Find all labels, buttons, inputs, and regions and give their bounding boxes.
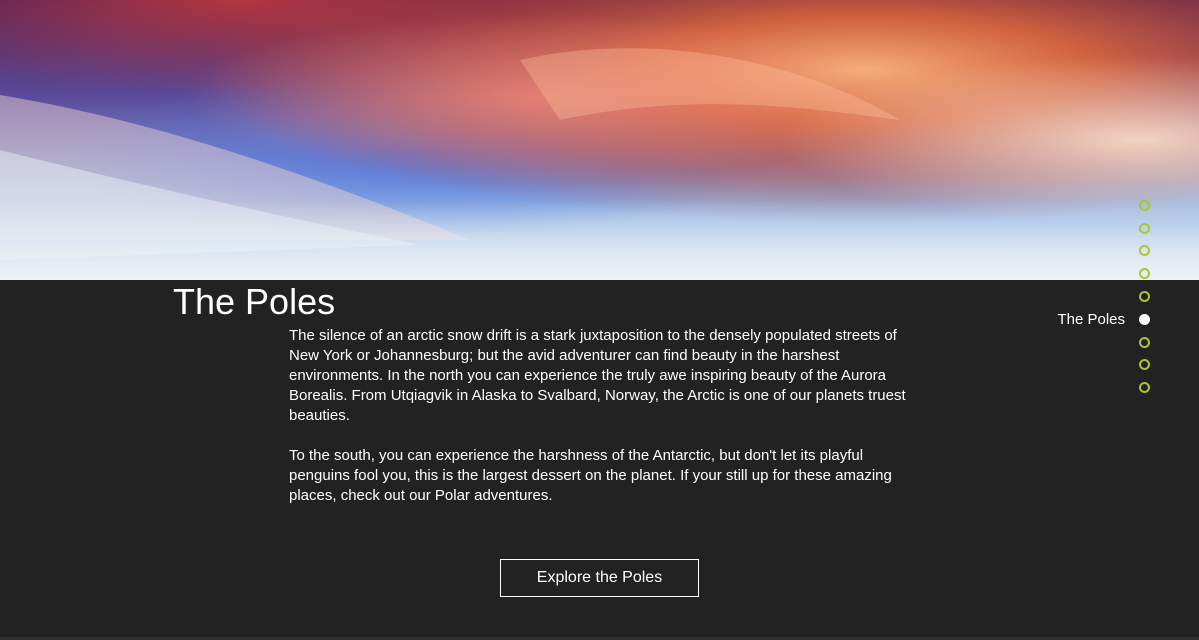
body-paragraph: To the south, you can experience the har… bbox=[289, 447, 892, 504]
nav-dot-icon bbox=[1139, 244, 1150, 256]
nav-dot-item-9[interactable] bbox=[1139, 378, 1150, 396]
explore-poles-button[interactable]: Explore the Poles bbox=[500, 559, 699, 597]
nav-active-label: The Poles bbox=[1057, 310, 1125, 328]
nav-dot-item-4[interactable] bbox=[1139, 264, 1150, 282]
nav-dot-item-2[interactable] bbox=[1139, 219, 1150, 237]
nav-dot-icon bbox=[1139, 358, 1150, 370]
section-dot-nav: The Poles bbox=[1050, 196, 1170, 396]
section-title: The Poles bbox=[173, 281, 336, 322]
nav-dot-icon bbox=[1139, 290, 1150, 302]
nav-dot-item-3[interactable] bbox=[1139, 241, 1150, 259]
nav-dot-item-the-poles[interactable]: The Poles bbox=[1057, 310, 1150, 328]
nav-dot-icon bbox=[1139, 199, 1150, 211]
body-paragraph: The silence of an arctic snow drift is a… bbox=[289, 327, 906, 424]
nav-dot-icon bbox=[1139, 336, 1150, 348]
nav-dot-active-icon bbox=[1139, 313, 1150, 325]
nav-dot-item-1[interactable] bbox=[1139, 196, 1150, 214]
hero-sky-image bbox=[0, 0, 1199, 280]
section-body: The silence of an arctic snow drift is a… bbox=[289, 326, 917, 506]
nav-dot-icon bbox=[1139, 381, 1150, 393]
nav-dot-item-7[interactable] bbox=[1139, 333, 1150, 351]
nav-dot-item-5[interactable] bbox=[1139, 287, 1150, 305]
nav-dot-icon bbox=[1139, 222, 1150, 234]
nav-dot-icon bbox=[1139, 267, 1150, 279]
nav-dot-item-8[interactable] bbox=[1139, 355, 1150, 373]
